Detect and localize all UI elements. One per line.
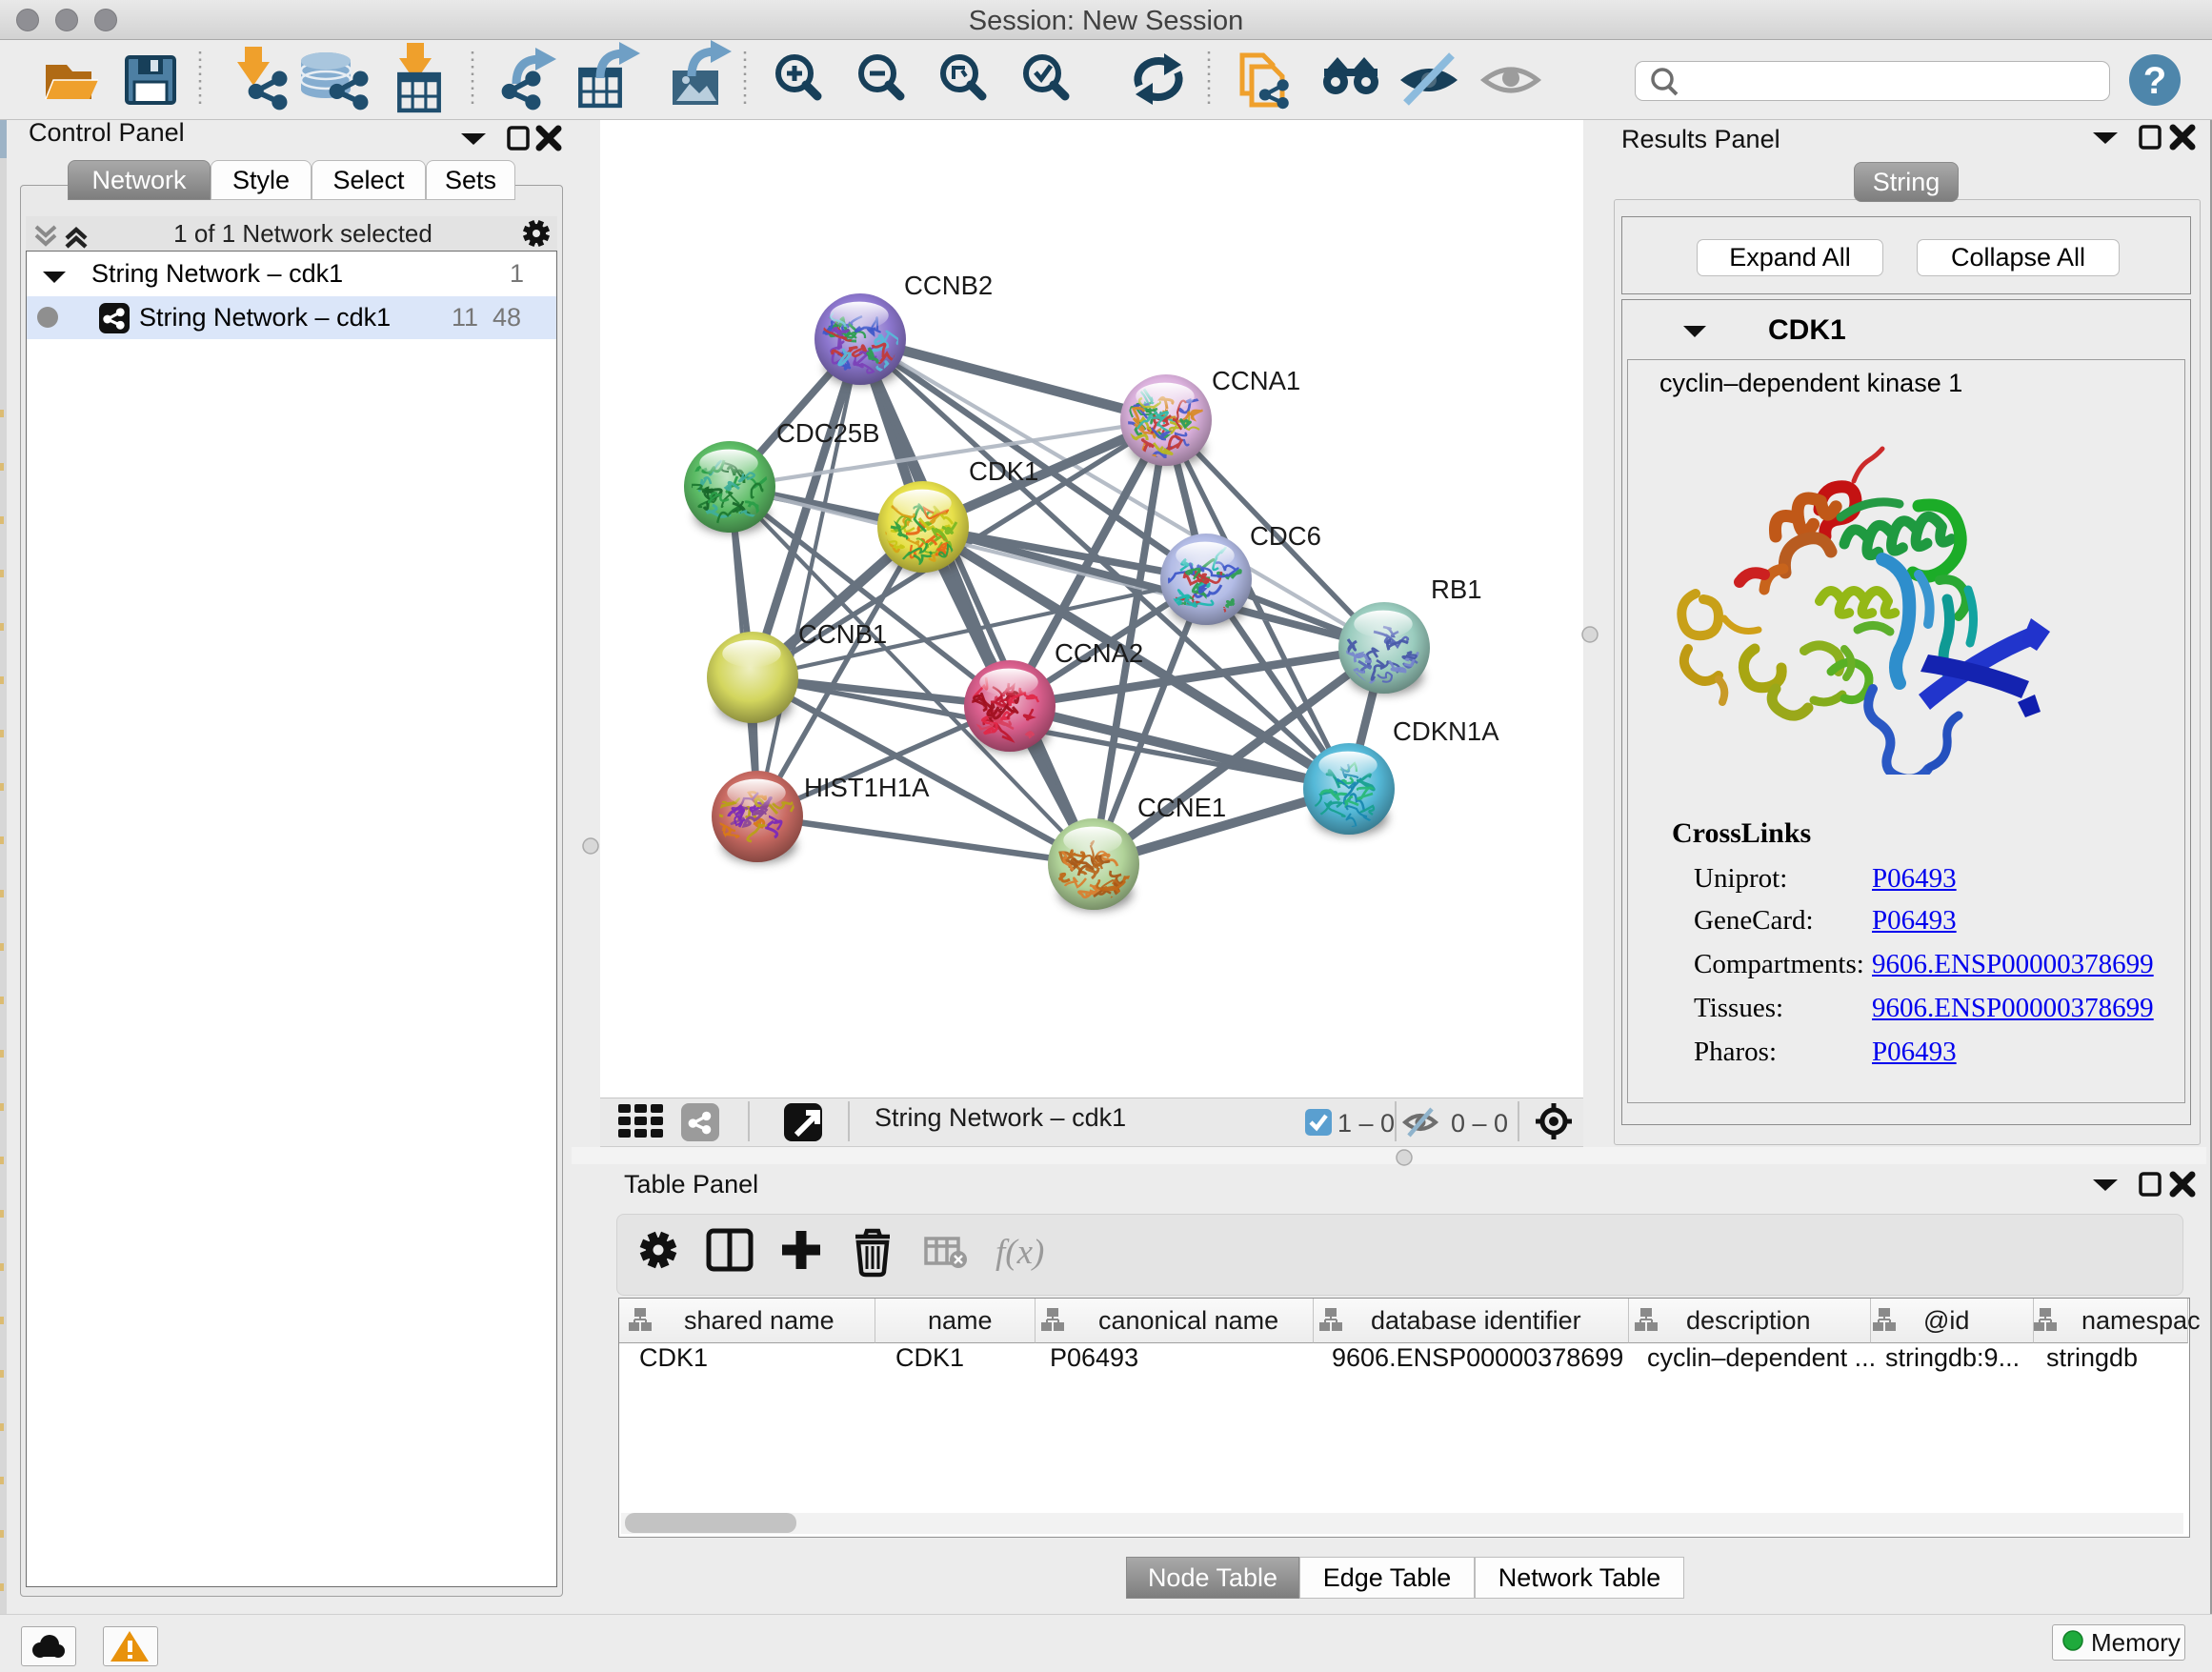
svg-text:CDC25B: CDC25B: [776, 418, 880, 448]
svg-text:CCNB2: CCNB2: [904, 271, 993, 300]
svg-text:CDC6: CDC6: [1250, 521, 1321, 551]
svg-text:HIST1H1A: HIST1H1A: [804, 773, 930, 802]
svg-text:CDKN1A: CDKN1A: [1393, 716, 1499, 746]
svg-text:CCNB1: CCNB1: [798, 619, 887, 649]
svg-text:CCNA2: CCNA2: [1055, 638, 1143, 668]
svg-text:CDK1: CDK1: [969, 456, 1038, 486]
svg-text:RB1: RB1: [1431, 574, 1482, 604]
svg-text:CCNE1: CCNE1: [1137, 793, 1226, 822]
svg-text:?: ?: [2143, 60, 2166, 102]
svg-text:CCNA1: CCNA1: [1212, 366, 1300, 395]
